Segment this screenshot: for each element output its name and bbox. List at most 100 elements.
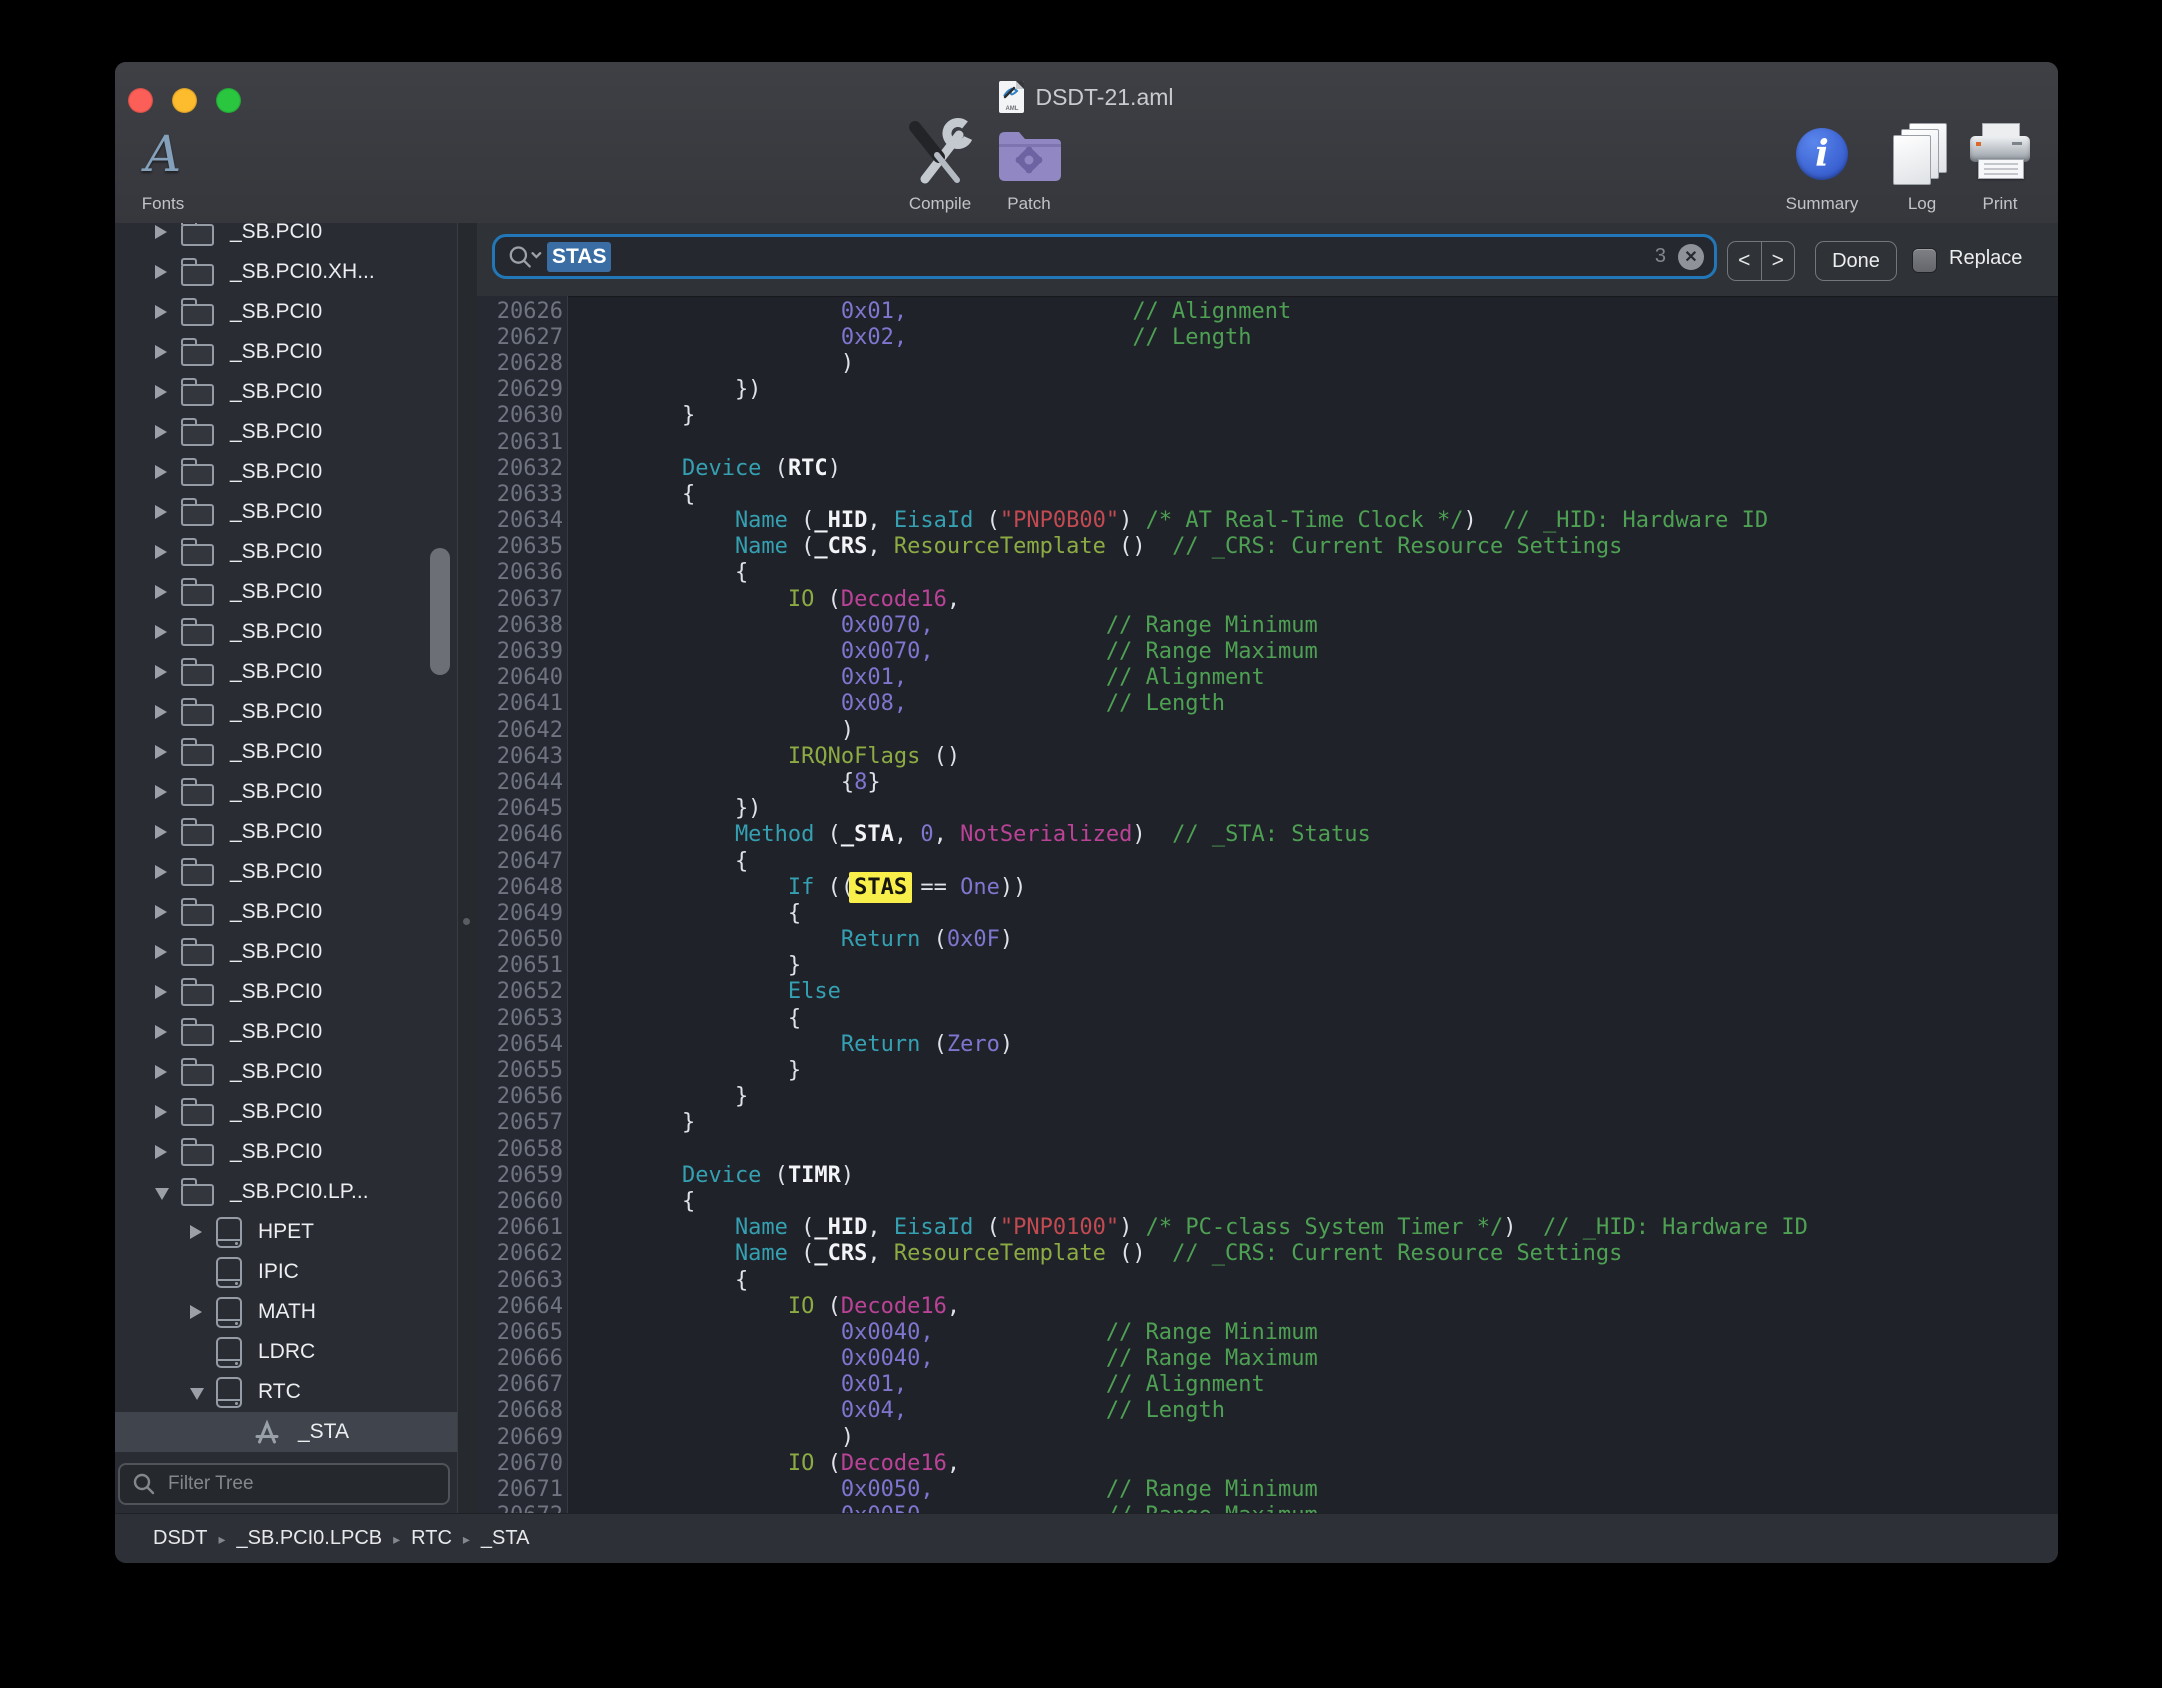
search-input[interactable]: STAS 3 ✕	[492, 234, 1717, 279]
tree-item-sb-pci0[interactable]: _SB.PCI0	[115, 932, 457, 972]
tree-item-sb-pci0[interactable]: _SB.PCI0	[115, 772, 457, 812]
tree-item-sb-pci0-lp[interactable]: _SB.PCI0.LP...	[115, 1172, 457, 1212]
code-line-20645[interactable]: 20645 })	[477, 796, 2058, 822]
code-line-20637[interactable]: 20637 IO (Decode16,	[477, 586, 2058, 612]
filter-tree-input[interactable]: Filter Tree	[118, 1463, 450, 1505]
chevron-right-icon[interactable]	[155, 705, 167, 719]
code-line-20631[interactable]: 20631	[477, 429, 2058, 455]
tree-item-sb-pci0[interactable]: _SB.PCI0	[115, 812, 457, 852]
code-line-20672[interactable]: 20672 0x0050, // Range Maximum	[477, 1503, 2058, 1513]
chevron-right-icon[interactable]	[155, 825, 167, 839]
tree-item-sb-pci0[interactable]: _SB.PCI0	[115, 372, 457, 412]
tree-item-sb-pci0[interactable]: _SB.PCI0	[115, 1092, 457, 1132]
code-line-20656[interactable]: 20656 }	[477, 1084, 2058, 1110]
tree-item-sb-pci0[interactable]: _SB.PCI0	[115, 412, 457, 452]
chevron-right-icon[interactable]	[155, 305, 167, 319]
tree-item-rtc[interactable]: RTC	[115, 1372, 457, 1412]
tree-item-sb-pci0[interactable]: _SB.PCI0	[115, 223, 457, 252]
code-line-20627[interactable]: 20627 0x02, // Length	[477, 324, 2058, 350]
code-line-20648[interactable]: 20648 If ((STAS == One))	[477, 874, 2058, 900]
tree-item-sb-pci0[interactable]: _SB.PCI0	[115, 892, 457, 932]
chevron-right-icon[interactable]	[155, 1025, 167, 1039]
find-previous-button[interactable]: <	[1728, 242, 1762, 280]
tree-item-ldrc[interactable]: LDRC	[115, 1332, 457, 1372]
code-line-20660[interactable]: 20660 {	[477, 1188, 2058, 1214]
tree-item-sb-pci0[interactable]: _SB.PCI0	[115, 292, 457, 332]
code-line-20643[interactable]: 20643 IRQNoFlags ()	[477, 743, 2058, 769]
tree-item-sb-pci0[interactable]: _SB.PCI0	[115, 652, 457, 692]
chevron-down-icon[interactable]	[155, 1188, 169, 1200]
clear-search-icon[interactable]: ✕	[1678, 244, 1704, 270]
code-line-20646[interactable]: 20646 Method (_STA, 0, NotSerialized) //…	[477, 822, 2058, 848]
code-line-20670[interactable]: 20670 IO (Decode16,	[477, 1450, 2058, 1476]
tree-item-sb-pci0[interactable]: _SB.PCI0	[115, 492, 457, 532]
code-line-20669[interactable]: 20669 )	[477, 1424, 2058, 1450]
code-line-20659[interactable]: 20659 Device (TIMR)	[477, 1162, 2058, 1188]
code-line-20658[interactable]: 20658	[477, 1136, 2058, 1162]
code-line-20629[interactable]: 20629 })	[477, 377, 2058, 403]
pane-splitter[interactable]	[457, 223, 479, 1513]
replace-checkbox[interactable]	[1913, 249, 1936, 272]
code-line-20651[interactable]: 20651 }	[477, 953, 2058, 979]
chevron-right-icon[interactable]	[155, 785, 167, 799]
toolbar-button-patch[interactable]: Patch	[974, 116, 1084, 214]
chevron-right-icon[interactable]	[155, 465, 167, 479]
tree-item-sb-pci0[interactable]: _SB.PCI0	[115, 1132, 457, 1172]
find-next-button[interactable]: >	[1762, 242, 1795, 280]
code-line-20642[interactable]: 20642 )	[477, 717, 2058, 743]
chevron-right-icon[interactable]	[155, 665, 167, 679]
breadcrumb-item-dsdt[interactable]: DSDT	[153, 1527, 207, 1550]
code-line-20639[interactable]: 20639 0x0070, // Range Maximum	[477, 638, 2058, 664]
code-line-20630[interactable]: 20630 }	[477, 403, 2058, 429]
code-line-20652[interactable]: 20652 Else	[477, 979, 2058, 1005]
chevron-right-icon[interactable]	[155, 625, 167, 639]
tree-item-sta[interactable]: _STA	[115, 1412, 457, 1452]
code-line-20653[interactable]: 20653 {	[477, 1005, 2058, 1031]
code-line-20667[interactable]: 20667 0x01, // Alignment	[477, 1372, 2058, 1398]
breadcrumb-item-sta[interactable]: _STA	[481, 1527, 530, 1550]
tree-item-sb-pci0[interactable]: _SB.PCI0	[115, 732, 457, 772]
tree-item-sb-pci0[interactable]: _SB.PCI0	[115, 972, 457, 1012]
code-line-20657[interactable]: 20657 }	[477, 1110, 2058, 1136]
acpi-tree[interactable]: _SB.PCI0_SB.PCI0.XH..._SB.PCI0_SB.PCI0_S…	[115, 223, 457, 1463]
search-scope-icon[interactable]	[507, 242, 543, 272]
code-line-20655[interactable]: 20655 }	[477, 1057, 2058, 1083]
code-line-20626[interactable]: 20626 0x01, // Alignment	[477, 298, 2058, 324]
chevron-right-icon[interactable]	[190, 1225, 202, 1239]
toolbar-button-summary[interactable]: i Summary	[1767, 116, 1877, 214]
code-line-20664[interactable]: 20664 IO (Decode16,	[477, 1293, 2058, 1319]
code-line-20644[interactable]: 20644 {8}	[477, 769, 2058, 795]
tree-item-sb-pci0[interactable]: _SB.PCI0	[115, 1012, 457, 1052]
code-line-20650[interactable]: 20650 Return (0x0F)	[477, 927, 2058, 953]
sidebar-scrollbar-thumb[interactable]	[430, 548, 450, 675]
code-line-20636[interactable]: 20636 {	[477, 560, 2058, 586]
code-viewport[interactable]: 20626 0x01, // Alignment20627 0x02, // L…	[477, 296, 2058, 1513]
code-line-20640[interactable]: 20640 0x01, // Alignment	[477, 665, 2058, 691]
code-line-20638[interactable]: 20638 0x0070, // Range Minimum	[477, 612, 2058, 638]
tree-item-sb-pci0[interactable]: _SB.PCI0	[115, 532, 457, 572]
code-line-20662[interactable]: 20662 Name (_CRS, ResourceTemplate () //…	[477, 1241, 2058, 1267]
chevron-right-icon[interactable]	[155, 345, 167, 359]
chevron-right-icon[interactable]	[155, 1065, 167, 1079]
tree-item-sb-pci0[interactable]: _SB.PCI0	[115, 332, 457, 372]
tree-item-math[interactable]: MATH	[115, 1292, 457, 1332]
breadcrumb-item-rtc[interactable]: RTC	[411, 1527, 452, 1550]
chevron-right-icon[interactable]	[155, 545, 167, 559]
chevron-right-icon[interactable]	[155, 1145, 167, 1159]
chevron-right-icon[interactable]	[190, 1305, 202, 1319]
code-line-20654[interactable]: 20654 Return (Zero)	[477, 1031, 2058, 1057]
code-line-20634[interactable]: 20634 Name (_HID, EisaId ("PNP0B00") /* …	[477, 508, 2058, 534]
chevron-right-icon[interactable]	[155, 985, 167, 999]
tree-item-ipic[interactable]: IPIC	[115, 1252, 457, 1292]
code-line-20663[interactable]: 20663 {	[477, 1267, 2058, 1293]
code-line-20633[interactable]: 20633 {	[477, 481, 2058, 507]
code-line-20668[interactable]: 20668 0x04, // Length	[477, 1398, 2058, 1424]
chevron-right-icon[interactable]	[155, 585, 167, 599]
tree-item-sb-pci0[interactable]: _SB.PCI0	[115, 852, 457, 892]
toolbar-button-print[interactable]: Print	[1945, 116, 2055, 214]
code-line-20641[interactable]: 20641 0x08, // Length	[477, 691, 2058, 717]
code-line-20671[interactable]: 20671 0x0050, // Range Minimum	[477, 1476, 2058, 1502]
document-proxy-icon[interactable]: AML	[999, 81, 1024, 113]
tree-item-sb-pci0[interactable]: _SB.PCI0	[115, 452, 457, 492]
toolbar-button-fonts[interactable]: A Fonts	[115, 116, 218, 214]
